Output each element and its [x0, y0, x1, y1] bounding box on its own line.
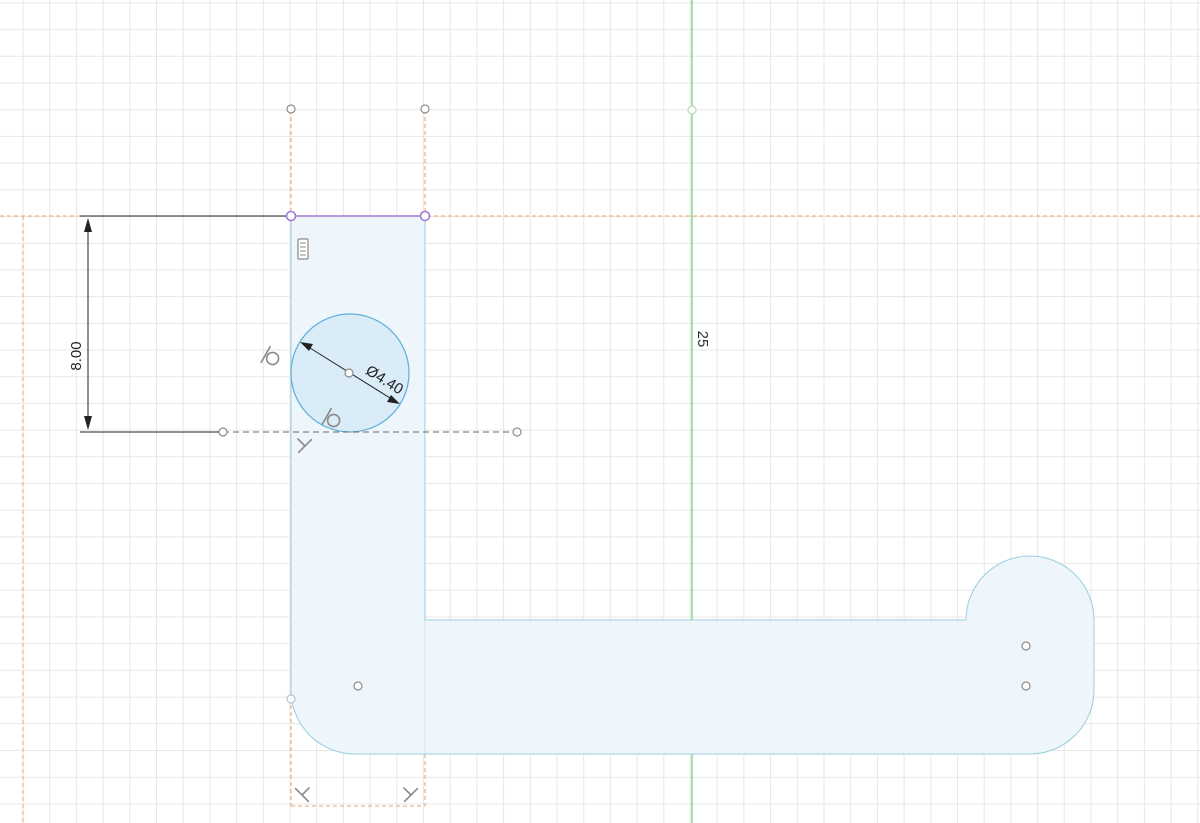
sketch-canvas[interactable]: 8.00 Ø4.40 25 [0, 0, 1200, 823]
axis-dimension-label[interactable]: 25 [694, 331, 711, 348]
horizontal-constraint-icon[interactable] [297, 238, 309, 260]
circle-center-point[interactable] [344, 368, 354, 378]
sketch-point[interactable] [1021, 641, 1031, 651]
height-dimension-label[interactable]: 8.00 [68, 341, 85, 370]
sketch-point[interactable] [286, 694, 296, 704]
perpendicular-constraint-icon-bottom-right[interactable] [398, 782, 419, 803]
sketch-point[interactable] [1021, 681, 1031, 691]
sketch-point[interactable] [286, 104, 296, 114]
sketch-point[interactable] [687, 105, 697, 115]
sketch-point-selected[interactable] [285, 210, 297, 222]
perpendicular-constraint-icon-bottom-left[interactable] [294, 782, 316, 803]
sketch-point[interactable] [218, 427, 228, 437]
sketch-point[interactable] [512, 427, 522, 437]
dimension-arrow-bottom [84, 416, 92, 430]
height-dimension[interactable]: 8.00 [68, 215, 291, 433]
sketch-point[interactable] [420, 104, 430, 114]
sketch-point-selected[interactable] [419, 210, 431, 222]
dimension-arrow-top [84, 218, 92, 232]
sketch-point[interactable] [353, 681, 363, 691]
